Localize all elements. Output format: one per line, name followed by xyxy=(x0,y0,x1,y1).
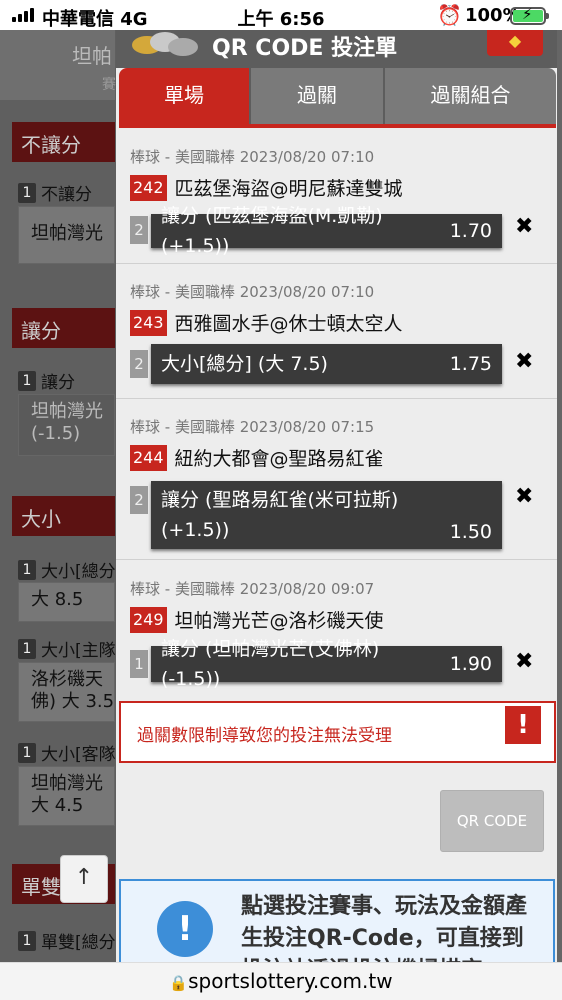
bet-pick-text: 大小[總分] (大 7.5) xyxy=(161,353,328,375)
bg-header-title: 坦帕 xyxy=(72,44,112,68)
bg-selection-box[interactable]: 大 8.5 xyxy=(18,582,115,622)
info-box: ! 點選投注賽事、玩法及金額產生投注QR-Code，可直接到投注站透過投注機掃描… xyxy=(119,879,555,962)
bg-section-total[interactable]: 大小 xyxy=(12,496,115,536)
bg-market-label: 1 不讓分 xyxy=(18,180,92,205)
tab-underline xyxy=(119,124,556,128)
bet-pick[interactable]: 大小[總分] (大 7.5) 1.75 xyxy=(151,344,502,384)
bet-index: 1 xyxy=(130,650,148,678)
bet-index: 2 xyxy=(130,486,148,514)
info-text: 點選投注賽事、玩法及金額產生投注QR-Code，可直接到投注站透過投注機掃描完 xyxy=(241,894,528,962)
bet-index: 2 xyxy=(130,216,148,244)
remove-bet-button[interactable]: ✖ xyxy=(515,484,533,509)
remove-bet-button[interactable]: ✖ xyxy=(515,349,533,374)
close-x-icon: ✖ xyxy=(515,349,534,374)
bet-match: 249 坦帕灣光芒@洛杉磯天使 xyxy=(130,606,384,633)
bet-meta: 棒球 - 美國職棒 2023/08/20 07:10 xyxy=(130,283,375,301)
alarm-icon: ⏰ xyxy=(437,3,462,27)
error-message: 過關數限制導致您的投注無法受理 ! xyxy=(119,701,556,763)
modal-title: QR CODE 投注單 xyxy=(212,36,398,61)
bg-header-sub: 賽 xyxy=(102,77,116,93)
modal-close-button[interactable]: ◆ xyxy=(487,30,543,56)
bet-item: 棒球 - 美國職棒 2023/08/20 07:10 243 西雅圖水手@休士頓… xyxy=(116,265,557,399)
close-x-icon: ✖ xyxy=(515,214,534,239)
bg-market-label: 1 大小[客隊 xyxy=(18,740,116,765)
info-icon: ! xyxy=(157,901,213,957)
game-number: 243 xyxy=(130,309,167,336)
bg-market-label: 1 大小[總分 xyxy=(18,557,116,582)
close-x-icon: ✖ xyxy=(515,484,534,509)
bet-odds: 1.90 xyxy=(449,653,492,675)
lock-icon: 🔒 xyxy=(169,974,189,992)
game-number: 242 xyxy=(130,174,167,201)
bg-header: 坦帕 賽 xyxy=(0,30,116,100)
bet-match: 242 匹茲堡海盜@明尼蘇達雙城 xyxy=(130,174,403,201)
bet-teams: 匹茲堡海盜@明尼蘇達雙城 xyxy=(174,178,403,200)
bg-section-moneyline[interactable]: 不讓分 xyxy=(12,122,115,162)
tab-parlay-combo[interactable]: 過關組合 xyxy=(385,68,556,124)
remove-bet-button[interactable]: ✖ xyxy=(515,214,533,239)
bg-selection-box[interactable]: 坦帕灣光 (-1.5) xyxy=(18,394,115,456)
bet-odds: 1.70 xyxy=(449,220,492,242)
bg-market-label: 1 讓分 xyxy=(18,368,75,393)
bell-icon: ◆ xyxy=(508,31,522,50)
bet-pick[interactable]: 讓分 (匹茲堡海盜(M.凱勒) (+1.5)) 1.70 xyxy=(151,205,502,257)
bet-odds: 1.75 xyxy=(449,353,492,375)
bg-selection-box[interactable]: 坦帕灣光 大 4.5 xyxy=(18,766,115,826)
remove-bet-button[interactable]: ✖ xyxy=(515,649,533,674)
arrow-up-icon: ↑ xyxy=(74,865,94,890)
bet-meta: 棒球 - 美國職棒 2023/08/20 07:10 xyxy=(130,148,375,166)
error-text: 過關數限制導致您的投注無法受理 xyxy=(137,726,392,746)
qr-code-button[interactable]: QR CODE xyxy=(440,790,544,852)
url-text: sportslottery.com.tw xyxy=(188,969,393,993)
bg-market-label: 1 單雙[總分 xyxy=(18,928,116,953)
bet-item: 棒球 - 美國職棒 2023/08/20 07:15 244 紐約大都會@聖路易… xyxy=(116,400,557,560)
modal-header: QR CODE 投注單 ◆ xyxy=(116,30,557,68)
status-bar: 中華電信 4G 上午 6:56 ⏰ 100% ⚡ xyxy=(0,0,562,30)
bet-index: 2 xyxy=(130,350,148,378)
bet-pick-text: 讓分 (聖路易紅雀(米可拉斯) (+1.5)) xyxy=(161,489,399,541)
bet-meta: 棒球 - 美國職棒 2023/08/20 09:07 xyxy=(130,580,375,598)
game-number: 249 xyxy=(130,606,167,633)
bet-odds: 1.50 xyxy=(449,521,492,543)
bet-pick-text: 讓分 (坦帕灣光芒(艾佛林) (-1.5)) xyxy=(161,638,380,690)
bet-match: 243 西雅圖水手@休士頓太空人 xyxy=(130,309,403,336)
exclamation-icon: ! xyxy=(505,706,541,744)
charging-icon: ⚡ xyxy=(522,5,533,23)
coins-icon xyxy=(128,30,203,60)
bet-teams: 西雅圖水手@休士頓太空人 xyxy=(174,313,403,335)
bet-pick-text: 讓分 (匹茲堡海盜(M.凱勒) (+1.5)) xyxy=(161,205,383,257)
bet-meta: 棒球 - 美國職棒 2023/08/20 07:15 xyxy=(130,418,375,436)
bet-teams: 紐約大都會@聖路易紅雀 xyxy=(174,448,384,470)
bg-market-label: 1 大小[主隊 xyxy=(18,636,116,661)
bet-type-tabs: 單場 過關 過關組合 xyxy=(119,68,556,124)
scroll-top-button[interactable]: ↑ xyxy=(60,855,108,903)
qr-betslip-modal: QR CODE 投注單 ◆ 單場 過關 過關組合 棒球 - 美國職棒 2023/… xyxy=(116,30,557,962)
bet-item: 棒球 - 美國職棒 2023/08/20 09:07 249 坦帕灣光芒@洛杉磯… xyxy=(116,562,557,696)
bg-selection-box[interactable]: 洛杉磯天 佛) 大 3.5 xyxy=(18,662,115,722)
bet-teams: 坦帕灣光芒@洛杉磯天使 xyxy=(174,610,384,632)
tab-parlay[interactable]: 過關 xyxy=(251,68,385,124)
tab-single[interactable]: 單場 xyxy=(119,68,251,124)
bg-selection-box[interactable]: 坦帕灣光 xyxy=(18,206,115,264)
bet-item: 棒球 - 美國職棒 2023/08/20 07:10 242 匹茲堡海盜@明尼蘇… xyxy=(116,130,557,264)
bet-pick[interactable]: 讓分 (聖路易紅雀(米可拉斯) (+1.5)) 1.50 xyxy=(151,481,502,549)
bg-section-handicap[interactable]: 讓分 xyxy=(12,308,115,348)
bet-match: 244 紐約大都會@聖路易紅雀 xyxy=(130,444,384,471)
close-x-icon: ✖ xyxy=(515,649,534,674)
bet-pick[interactable]: 讓分 (坦帕灣光芒(艾佛林) (-1.5)) 1.90 xyxy=(151,638,502,690)
game-number: 244 xyxy=(130,444,167,471)
url-bar[interactable]: 🔒sportslottery.com.tw xyxy=(0,962,562,1000)
